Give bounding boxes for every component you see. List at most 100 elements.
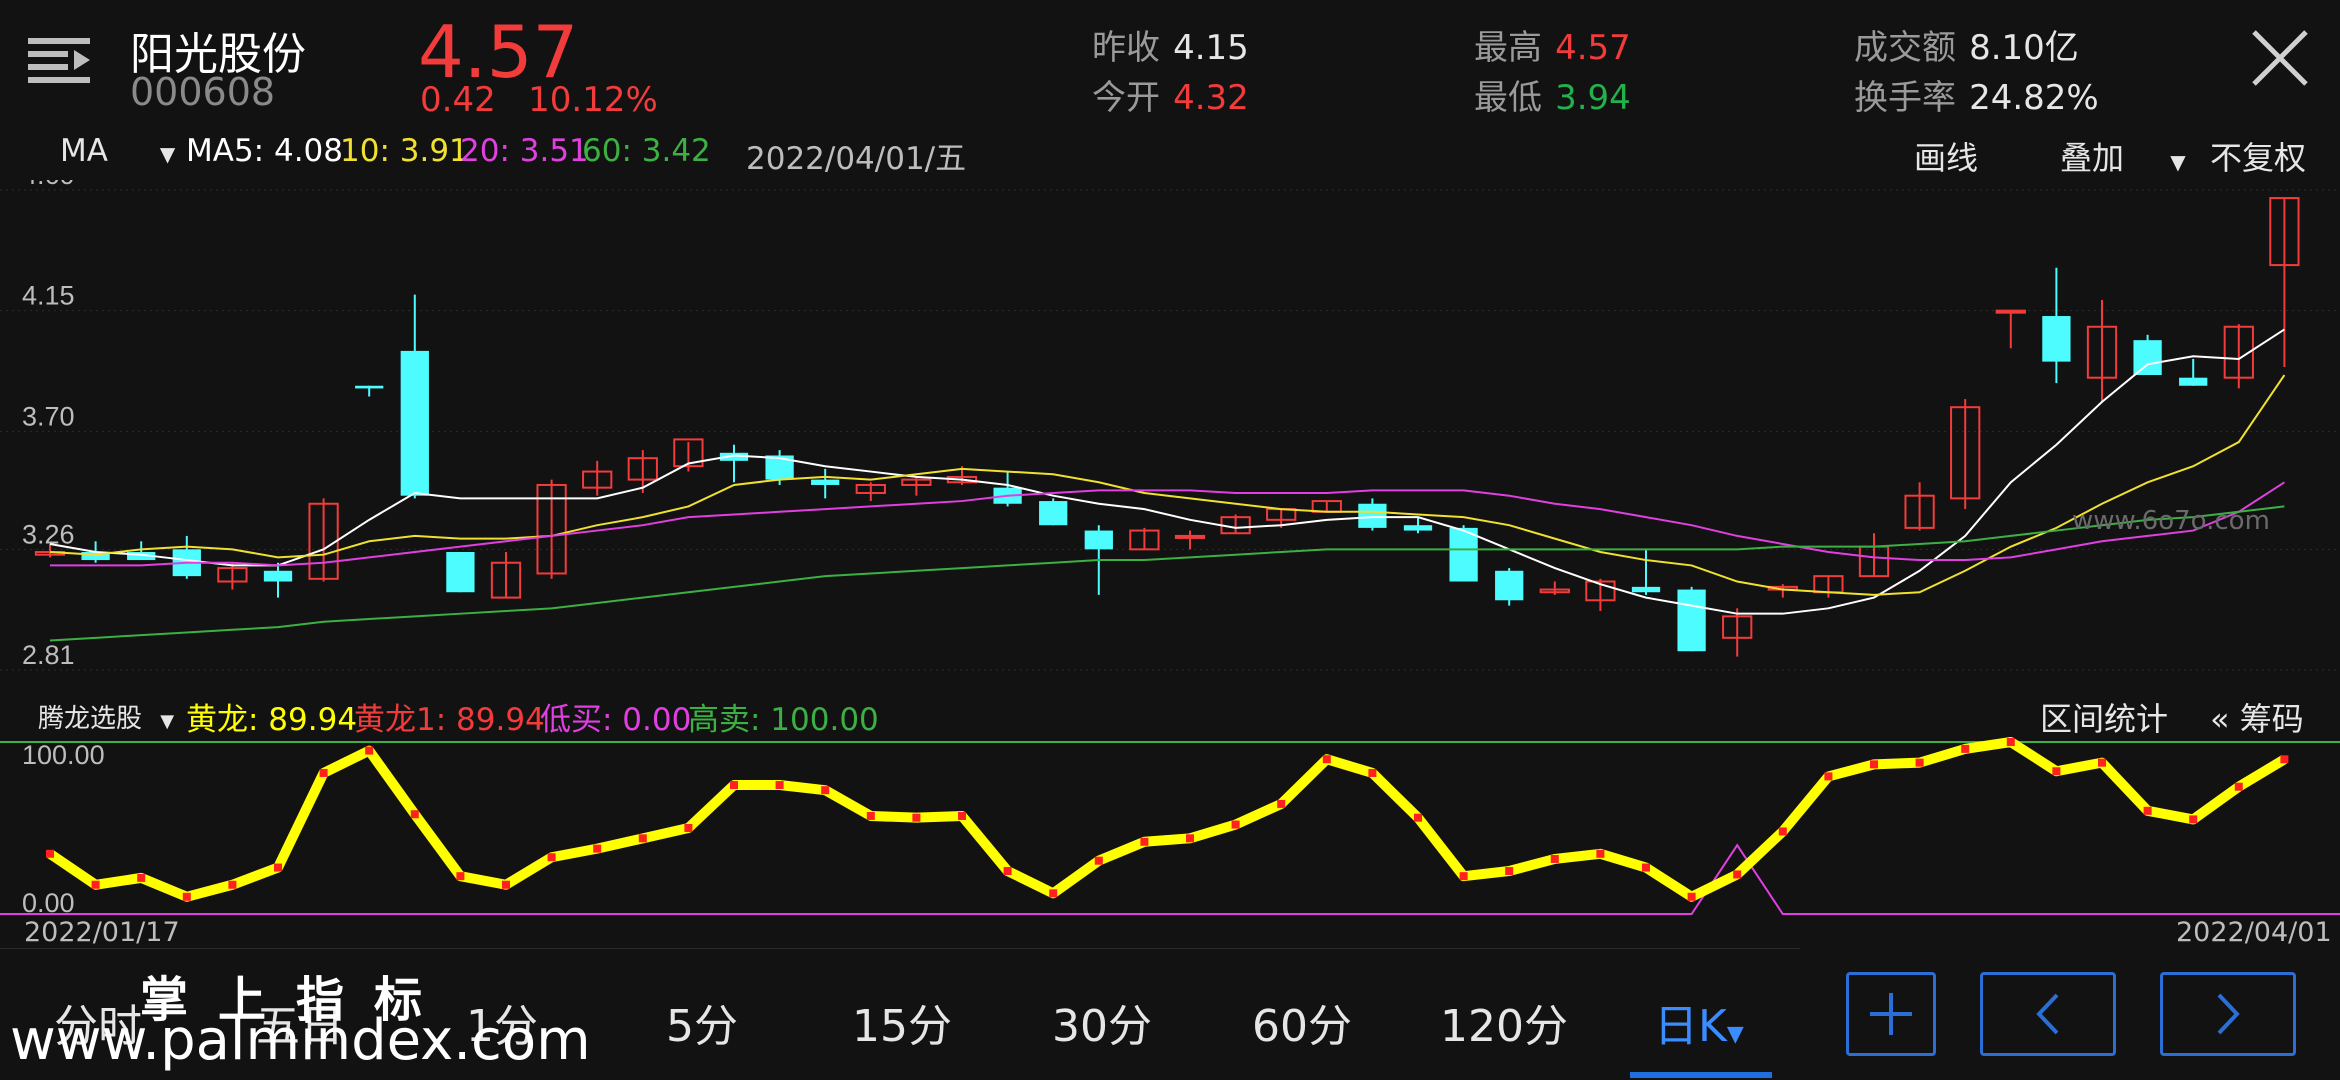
- chevron-right-icon: [2217, 993, 2240, 1035]
- stat-label: 成交额: [1854, 28, 1956, 68]
- candle-body: [1631, 586, 1661, 593]
- candle-body: [1449, 527, 1478, 582]
- chevron-left-icon: [2036, 993, 2059, 1035]
- huanglong1-point: [1961, 744, 1970, 753]
- tab-120min[interactable]: 120分: [1440, 990, 1568, 1054]
- huanglong1-point: [137, 873, 146, 882]
- price-change: 0.42 10.12%: [420, 80, 658, 120]
- ma5-value: MA5: 4.08: [186, 133, 343, 169]
- huanglong1-point: [2052, 767, 2061, 776]
- huanglong1-point: [730, 781, 738, 789]
- huanglong1-point: [2098, 758, 2106, 767]
- huanglong1-point: [274, 863, 282, 872]
- candle-body: [1677, 589, 1706, 652]
- huanglong1-point: [958, 811, 966, 820]
- candle-body: [1039, 501, 1068, 526]
- candle-body: [1358, 503, 1387, 528]
- stat-low: 最低 3.94: [1474, 70, 1631, 119]
- cursor-date: 2022/04/01/五: [746, 141, 967, 177]
- ma-line-ma5: [49, 328, 2285, 615]
- overlay-label: 叠加: [2060, 139, 2125, 177]
- candle-body: [1084, 530, 1113, 550]
- candle-body: [1174, 534, 1206, 539]
- huanglong1-point: [228, 880, 237, 889]
- huanglong1-point: [1368, 768, 1377, 777]
- huanglong1-point: [1414, 813, 1422, 822]
- change-percent: 10.12%: [528, 80, 658, 120]
- change-value: 0.42: [420, 80, 496, 120]
- huanglong1-point: [502, 880, 510, 889]
- huanglong1-point: [1870, 760, 1878, 769]
- prev-button[interactable]: [1980, 972, 2116, 1056]
- active-tab-indicator: [1630, 1072, 1772, 1078]
- stat-turnover-rate: 换手率 24.82%: [1854, 70, 2099, 119]
- stat-value: 4.15: [1173, 28, 1249, 68]
- tab-5min[interactable]: 5分: [666, 990, 738, 1054]
- candle-body: [2179, 377, 2208, 386]
- candlestick-chart[interactable]: 4.60 4.15 3.70 3.26 2.81: [0, 180, 2340, 680]
- next-button[interactable]: [2160, 972, 2296, 1056]
- candle-body: [1403, 525, 1433, 531]
- huanglong1-point: [593, 844, 602, 853]
- huanglong1-point: [775, 781, 784, 789]
- huanglong1-point: [1778, 827, 1787, 836]
- huanglong1-point: [912, 813, 921, 822]
- huanglong1-point: [1231, 820, 1240, 829]
- stat-high: 最高 4.57: [1474, 20, 1631, 69]
- huanglong1-point: [1459, 872, 1468, 881]
- huanglong1-point: [1049, 889, 1058, 898]
- adjust-button[interactable]: 不复权: [2210, 133, 2306, 179]
- stat-prev-close: 昨收 4.15: [1092, 20, 1249, 69]
- tab-15min[interactable]: 15分: [852, 990, 952, 1054]
- huanglong1-point: [1687, 892, 1696, 901]
- divider: [0, 948, 1800, 949]
- stat-label: 最低: [1474, 78, 1542, 118]
- ma-selector[interactable]: MA ▼: [60, 133, 175, 169]
- y-tick-label: 4.60: [22, 180, 75, 190]
- candle-body: [1995, 309, 2026, 314]
- candle-body: [2133, 340, 2162, 376]
- candle-body: [811, 479, 840, 485]
- stock-code: 000608: [130, 70, 276, 114]
- huanglong1-point: [1824, 772, 1833, 781]
- caret-down-icon: ▼: [2170, 150, 2186, 174]
- watermark-url: www.palmindex.com: [10, 1008, 591, 1073]
- huanglong-line: [47, 737, 2287, 902]
- huanglong1-point: [866, 811, 875, 820]
- candle-body: [355, 385, 384, 389]
- tab-daily-k[interactable]: 日K▼: [1654, 990, 1744, 1054]
- huanglong1-point: [1186, 834, 1194, 843]
- stat-label: 最高: [1474, 28, 1542, 68]
- huanglong1-point: [2189, 815, 2198, 824]
- stat-open: 今开 4.32: [1092, 70, 1249, 119]
- candle-body: [2042, 316, 2071, 362]
- close-icon[interactable]: [2250, 28, 2310, 88]
- indicator-chart[interactable]: 100.000.00: [0, 730, 2340, 930]
- stat-label: 换手率: [1854, 78, 1956, 118]
- menu-icon[interactable]: [28, 34, 90, 90]
- tab-60min[interactable]: 60分: [1252, 990, 1352, 1054]
- huanglong1-point: [2234, 782, 2243, 791]
- stat-value: 3.94: [1555, 78, 1631, 118]
- huanglong1-point: [1003, 867, 1012, 875]
- plus-button[interactable]: [1846, 972, 1936, 1056]
- stat-value: 24.82%: [1969, 78, 2099, 118]
- huanglong1-point: [2280, 755, 2289, 764]
- huanglong1-point: [1550, 854, 1559, 863]
- y-tick-label: 4.15: [22, 281, 75, 311]
- y-tick-label: 2.81: [22, 640, 75, 670]
- tab-30min[interactable]: 30分: [1052, 990, 1152, 1054]
- candle-body: [446, 552, 475, 593]
- huanglong1-point: [1277, 799, 1286, 808]
- overlay-button[interactable]: 叠加 ▼: [2060, 133, 2186, 179]
- draw-line-button[interactable]: 画线: [1914, 133, 1978, 179]
- candle-body: [1495, 570, 1524, 601]
- low-buy-line: [0, 843, 2340, 915]
- huanglong1-point: [365, 746, 374, 755]
- stat-value: 8.10亿: [1969, 28, 2079, 68]
- huanglong1-point: [1094, 856, 1103, 865]
- huanglong1-point: [1505, 867, 1514, 875]
- candle-body: [400, 350, 429, 496]
- caret-down-icon: ▼: [1726, 1022, 1744, 1047]
- stat-value: 4.57: [1555, 28, 1631, 68]
